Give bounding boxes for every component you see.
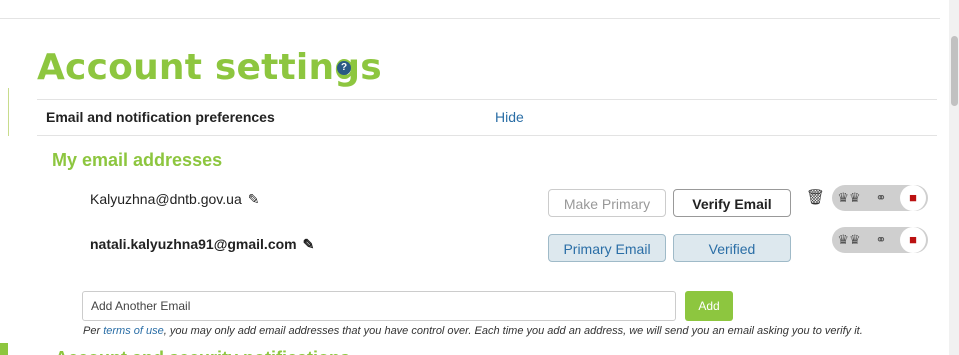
preferences-label: Email and notification preferences bbox=[46, 109, 275, 125]
left-accent-line bbox=[8, 88, 9, 136]
lock-icon[interactable]: ■ bbox=[900, 185, 926, 211]
make-primary-button[interactable]: Make Primary bbox=[548, 189, 666, 217]
people-icon[interactable]: ♛♛ bbox=[836, 227, 862, 253]
note-suffix: , you may only add email addresses that … bbox=[163, 325, 863, 337]
left-accent-block bbox=[0, 343, 8, 355]
pencil-icon[interactable]: ✎ bbox=[248, 191, 260, 208]
help-icon[interactable]: ? bbox=[337, 61, 351, 75]
privacy-toggle: ♛♛ ⚭ ■ bbox=[832, 227, 928, 253]
terms-of-use-link[interactable]: terms of use bbox=[103, 325, 164, 337]
email-address-text: Kalyuzhna@dntb.gov.ua bbox=[90, 191, 242, 207]
top-divider bbox=[0, 18, 940, 19]
add-email-button[interactable]: Add bbox=[685, 291, 733, 321]
primary-email-badge: Primary Email bbox=[548, 234, 666, 262]
note-prefix: Per bbox=[83, 325, 104, 337]
page-title: Account settings bbox=[37, 47, 382, 88]
trash-icon[interactable]: 🗑 bbox=[806, 188, 825, 206]
verify-email-button[interactable]: Verify Email bbox=[673, 189, 791, 217]
lock-icon[interactable]: ■ bbox=[900, 227, 926, 253]
section-title-notifications: Account and security notifications bbox=[55, 348, 350, 355]
email-address: natali.kalyuzhna91@gmail.com ✎ bbox=[90, 236, 314, 253]
privacy-toggle: ♛♛ ⚭ ■ bbox=[832, 185, 928, 211]
hide-link[interactable]: Hide bbox=[495, 109, 524, 125]
preferences-row: Email and notification preferences Hide bbox=[37, 99, 937, 136]
email-address-text: natali.kalyuzhna91@gmail.com bbox=[90, 236, 297, 252]
verified-badge: Verified bbox=[673, 234, 791, 262]
people-icon[interactable]: ♛♛ bbox=[836, 185, 862, 211]
email-address: Kalyuzhna@dntb.gov.ua ✎ bbox=[90, 191, 259, 208]
key-icon[interactable]: ⚭ bbox=[868, 227, 894, 253]
scrollbar-thumb[interactable] bbox=[951, 36, 958, 106]
terms-note: Per terms of use, you may only add email… bbox=[83, 325, 863, 337]
key-icon[interactable]: ⚭ bbox=[868, 185, 894, 211]
add-email-input[interactable] bbox=[82, 291, 676, 321]
section-title-emails: My email addresses bbox=[52, 150, 223, 170]
scrollbar[interactable] bbox=[949, 0, 959, 355]
pencil-icon[interactable]: ✎ bbox=[303, 236, 315, 253]
